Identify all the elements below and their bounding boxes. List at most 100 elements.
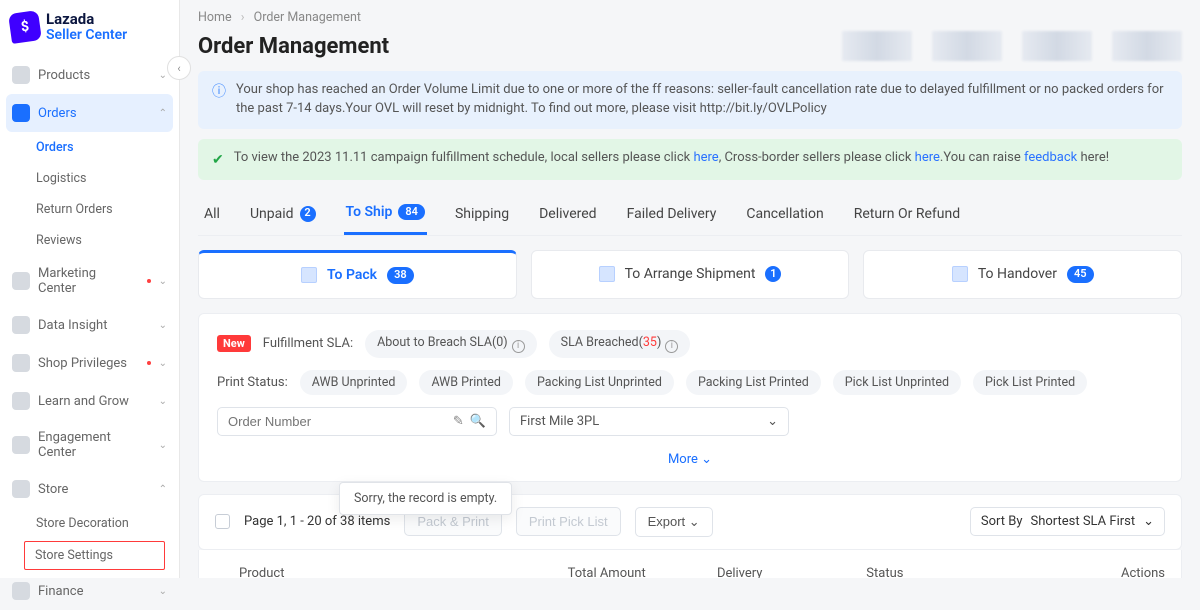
sidebar-sub-logistics[interactable]: Logistics [0, 163, 179, 194]
col-status: Status [866, 566, 1015, 578]
link-local-here[interactable]: here [693, 150, 718, 165]
chevron-down-icon: ⌄ [159, 586, 167, 597]
badge-handover: 45 [1067, 266, 1094, 282]
chevron-up-icon: ⌃ [159, 484, 167, 495]
link-feedback[interactable]: feedback [1024, 150, 1077, 165]
alert-campaign-text: To view the 2023 11.11 campaign fulfillm… [234, 149, 1109, 170]
check-circle-icon: ✔ [212, 150, 224, 170]
more-filters-toggle[interactable]: More ⌄ [217, 448, 1163, 471]
select-all-checkbox[interactable] [215, 514, 230, 529]
tab-return-refund[interactable]: Return Or Refund [852, 198, 962, 235]
chevron-down-icon: ⌄ [159, 396, 167, 407]
finance-icon [12, 582, 30, 600]
sidebar-collapse-button[interactable]: ‹ [167, 56, 191, 80]
new-pill: New [217, 335, 251, 352]
info-icon: ⓘ [212, 82, 226, 119]
seg-to-handover[interactable]: To Handover45 [863, 250, 1182, 298]
sort-by-label: Sort By [981, 514, 1023, 529]
chip-picklist-unprinted[interactable]: Pick List Unprinted [833, 370, 961, 395]
sidebar-item-finance[interactable]: Finance⌄ [0, 572, 179, 610]
chip-packinglist-printed[interactable]: Packing List Printed [686, 370, 821, 395]
badge-unpaid: 2 [300, 206, 316, 222]
sidebar-sub-reviews[interactable]: Reviews [0, 225, 179, 256]
order-number-field[interactable] [228, 414, 447, 429]
badge-to-ship: 84 [398, 204, 425, 220]
fulfillment-sla-label: Fulfillment SLA: [263, 336, 353, 351]
alert-ovl: ⓘ Your shop has reached an Order Volume … [198, 71, 1182, 129]
chevron-down-icon: ⌄ [1143, 514, 1154, 529]
insight-icon [12, 316, 30, 334]
alert-campaign: ✔ To view the 2023 11.11 campaign fulfil… [198, 139, 1182, 180]
sidebar-item-marketing[interactable]: Marketing Center⌄ [0, 256, 179, 306]
sidebar-item-shop-privileges[interactable]: Shop Privileges⌄ [0, 344, 179, 382]
print-status-label: Print Status: [217, 375, 288, 390]
sidebar-sub-store-settings[interactable]: Store Settings [24, 541, 165, 570]
info-icon: i [665, 340, 678, 353]
sidebar: $ Lazada Seller Center ‹ Products⌄ Order… [0, 0, 180, 578]
col-total: Total Amount [568, 566, 717, 578]
tab-to-ship[interactable]: To Ship84 [344, 198, 427, 235]
sidebar-item-engagement[interactable]: Engagement Center⌄ [0, 420, 179, 470]
sidebar-item-orders[interactable]: Orders⌃ [6, 94, 173, 132]
info-icon: i [512, 340, 525, 353]
chevron-down-icon: ⌄ [767, 414, 778, 429]
chip-packinglist-unprinted[interactable]: Packing List Unprinted [525, 370, 674, 395]
sidebar-item-data-insight[interactable]: Data Insight⌄ [0, 306, 179, 344]
page-count-text: Page 1, 1 - 20 of 38 items [244, 514, 390, 529]
blurred-box [1112, 31, 1182, 61]
sidebar-item-learn[interactable]: Learn and Grow⌄ [0, 382, 179, 420]
sidebar-sub-return-orders[interactable]: Return Orders [0, 194, 179, 225]
chevron-right-icon: › [241, 10, 245, 25]
engagement-icon [12, 436, 30, 454]
chevron-up-icon: ⌃ [159, 108, 167, 119]
alert-ovl-text: Your shop has reached an Order Volume Li… [236, 81, 1168, 119]
link-crossborder-here[interactable]: here [915, 150, 940, 165]
first-mile-select[interactable]: First Mile 3PL⌄ [509, 407, 789, 436]
tab-all[interactable]: All [202, 198, 222, 235]
store-icon [12, 480, 30, 498]
chevron-down-icon: ⌄ [159, 276, 167, 287]
filters-panel: New Fulfillment SLA: About to Breach SLA… [198, 313, 1182, 482]
blurred-box [842, 31, 912, 61]
brand-logo-icon: $ [8, 10, 42, 44]
privileges-icon [12, 354, 30, 372]
table-header: Product Total Amount Delivery Status Act… [198, 550, 1182, 578]
order-number-input[interactable]: ✎ 🔍 [217, 407, 497, 436]
empty-popover: Sorry, the record is empty. [339, 482, 512, 515]
chip-picklist-printed[interactable]: Pick List Printed [973, 370, 1087, 395]
pack-icon [301, 267, 317, 283]
sidebar-item-store[interactable]: Store⌃ [0, 470, 179, 508]
tab-failed-delivery[interactable]: Failed Delivery [625, 198, 719, 235]
handover-icon [952, 266, 968, 282]
orders-icon [12, 104, 30, 122]
chip-awb-unprinted[interactable]: AWB Unprinted [300, 370, 408, 395]
sidebar-sub-store-decoration[interactable]: Store Decoration [0, 508, 179, 539]
seg-to-pack[interactable]: To Pack38 [198, 250, 517, 298]
chip-sla-breached[interactable]: SLA Breached(35)i [549, 330, 691, 358]
badge-to-pack: 38 [387, 267, 414, 283]
breadcrumb: Home › Order Management [198, 10, 1182, 25]
search-icon[interactable]: 🔍 [470, 414, 486, 429]
crumb-home[interactable]: Home [198, 10, 232, 25]
chevron-down-icon: ⌄ [159, 70, 167, 81]
header-metrics-blurred [842, 31, 1182, 61]
tab-cancellation[interactable]: Cancellation [744, 198, 825, 235]
chevron-down-icon: ⌄ [159, 320, 167, 331]
chip-awb-printed[interactable]: AWB Printed [419, 370, 513, 395]
tab-delivered[interactable]: Delivered [537, 198, 598, 235]
sidebar-sub-orders[interactable]: Orders [0, 132, 179, 163]
export-button[interactable]: Export ⌄ [635, 507, 713, 537]
tab-shipping[interactable]: Shipping [453, 198, 511, 235]
chevron-down-icon: ⌄ [689, 514, 700, 529]
products-icon [12, 66, 30, 84]
learn-icon [12, 392, 30, 410]
edit-icon[interactable]: ✎ [453, 414, 464, 429]
brand: $ Lazada Seller Center [0, 0, 179, 56]
chip-about-to-breach[interactable]: About to Breach SLA(0)i [365, 330, 537, 358]
sort-select[interactable]: Sort By Shortest SLA First ⌄ [970, 507, 1165, 536]
brand-line1: Lazada [46, 12, 127, 28]
tab-unpaid[interactable]: Unpaid2 [248, 198, 318, 235]
sidebar-item-products[interactable]: Products⌄ [0, 56, 179, 94]
chevron-down-icon: ⌄ [701, 452, 712, 467]
seg-arrange-shipment[interactable]: To Arrange Shipment1 [531, 250, 850, 298]
